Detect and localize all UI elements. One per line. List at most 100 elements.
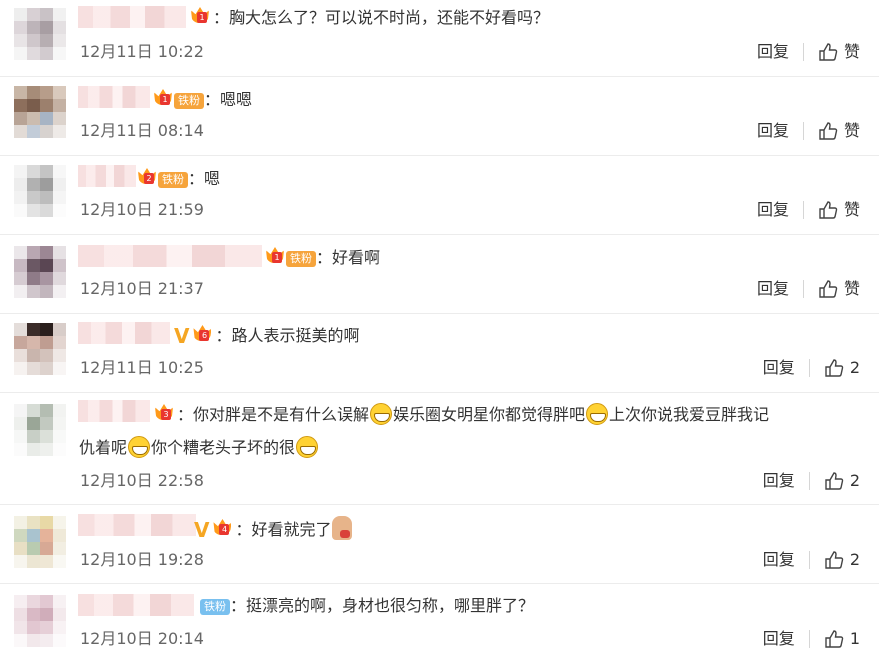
fan-crown-icon: 6 xyxy=(192,324,214,344)
like-button[interactable]: 赞 xyxy=(818,42,860,62)
comment-actions: 回复 1 xyxy=(763,629,860,649)
thumbs-up-icon xyxy=(819,280,838,298)
thumbs-up-icon xyxy=(819,43,838,61)
divider xyxy=(808,472,810,490)
like-count: 2 xyxy=(849,471,860,490)
comment-item: V 4 ：好看就完了 12月10日 19:28 回复 2 xyxy=(0,504,879,584)
fan-badge: 铁粉 xyxy=(286,251,316,267)
grin-emoji-icon xyxy=(586,403,609,425)
comment-time: 12月10日 21:59 xyxy=(80,200,204,219)
reply-button[interactable]: 回复 xyxy=(757,42,789,62)
thumbs-up-icon xyxy=(819,201,838,219)
like-button[interactable]: 赞 xyxy=(818,121,860,141)
comment-text: 铁粉 ：挺漂亮的啊，身材也很匀称，哪里胖了？ xyxy=(194,595,534,617)
divider xyxy=(802,201,804,219)
like-button[interactable]: 2 xyxy=(824,471,860,491)
fan-crown-icon: 1 xyxy=(153,88,175,108)
grin-emoji-icon xyxy=(370,403,393,425)
comment-item: 3 ：你对胖是不是有什么误解 娱乐圈女明星你都觉得胖吧 上次你说我爱豆胖我记 仇着呢你… xyxy=(0,392,879,505)
avatar[interactable] xyxy=(14,86,66,138)
username-blurred[interactable] xyxy=(78,322,170,344)
fan-badge: 铁粉 xyxy=(158,172,188,188)
comment-text: 1 铁粉 ：好看啊 xyxy=(265,246,380,269)
username-blurred[interactable] xyxy=(78,245,262,267)
thumbs-up-icon xyxy=(825,551,844,569)
comment-item: 2 铁粉 ：嗯 12月10日 21:59 回复 赞 xyxy=(0,155,879,235)
like-button[interactable]: 1 xyxy=(824,629,860,649)
like-count: 1 xyxy=(849,629,860,648)
comment-text: V 6 ：路人表示挺美的啊 xyxy=(174,324,360,348)
comment-text: 1 ：胸大怎么了？可以说不时尚，还能不好看吗？ xyxy=(190,6,549,29)
divider xyxy=(808,630,810,648)
grin-emoji-icon xyxy=(296,436,319,458)
username-blurred[interactable] xyxy=(78,594,194,616)
reply-button[interactable]: 回复 xyxy=(757,200,789,220)
reply-button[interactable]: 回复 xyxy=(763,358,795,378)
thumbs-up-icon xyxy=(819,122,838,140)
like-count: 赞 xyxy=(843,42,860,61)
comment-item: 铁粉 ：挺漂亮的啊，身材也很匀称，哪里胖了？ 12月10日 20:14 回复 1 xyxy=(0,583,879,662)
comment-time: 12月10日 22:58 xyxy=(80,471,204,490)
comment-text: 3 ：你对胖是不是有什么误解 娱乐圈女明星你都觉得胖吧 上次你说我爱豆胖我记 xyxy=(154,403,769,426)
comment-actions: 回复 2 xyxy=(763,358,860,378)
grin-emoji-icon xyxy=(128,436,151,458)
sticker-emoji-icon xyxy=(331,516,352,540)
comment-time: 12月11日 08:14 xyxy=(80,121,204,140)
reply-button[interactable]: 回复 xyxy=(757,121,789,141)
comment-item: 1 ：胸大怎么了？可以说不时尚，还能不好看吗？ 12月11日 10:22 回复 赞 xyxy=(0,0,879,77)
reply-button[interactable]: 回复 xyxy=(763,550,795,570)
comment-text: V 4 ：好看就完了 xyxy=(190,516,352,541)
comment-time: 12月11日 10:25 xyxy=(80,358,204,377)
comment-time: 12月10日 19:28 xyxy=(80,550,204,569)
avatar[interactable] xyxy=(14,8,66,60)
like-count: 赞 xyxy=(843,279,860,298)
comment-text: 1 铁粉 ：嗯嗯 xyxy=(153,88,252,111)
divider xyxy=(802,280,804,298)
divider xyxy=(808,551,810,569)
comment-actions: 回复 2 xyxy=(763,471,860,491)
like-button[interactable]: 2 xyxy=(824,550,860,570)
thumbs-up-icon xyxy=(825,630,844,648)
thumbs-up-icon xyxy=(825,472,844,490)
like-button[interactable]: 赞 xyxy=(818,279,860,299)
username-blurred[interactable] xyxy=(78,6,186,28)
comment-actions: 回复 赞 xyxy=(757,121,860,141)
avatar[interactable] xyxy=(14,516,66,568)
fan-crown-icon: 4 xyxy=(212,518,234,538)
reply-button[interactable]: 回复 xyxy=(763,629,795,649)
like-count: 赞 xyxy=(843,200,860,219)
username-blurred[interactable] xyxy=(78,86,150,108)
like-button[interactable]: 2 xyxy=(824,358,860,378)
reply-button[interactable]: 回复 xyxy=(757,279,789,299)
fan-crown-icon: 1 xyxy=(265,246,287,266)
fan-crown-icon: 3 xyxy=(154,403,176,423)
like-button[interactable]: 赞 xyxy=(818,200,860,220)
comment-actions: 回复 赞 xyxy=(757,200,860,220)
comment-time: 12月11日 10:22 xyxy=(80,42,204,61)
avatar[interactable] xyxy=(14,323,66,375)
comment-text: 2 铁粉 ：嗯 xyxy=(137,167,220,190)
comment-item: V 6 ：路人表示挺美的啊 12月11日 10:25 回复 2 xyxy=(0,313,879,393)
divider xyxy=(808,359,810,377)
avatar[interactable] xyxy=(14,595,66,647)
verified-v-icon: V xyxy=(194,518,210,542)
verified-v-icon: V xyxy=(174,324,190,348)
like-count: 2 xyxy=(849,550,860,569)
username-blurred[interactable] xyxy=(78,400,150,422)
comment-item: 1 铁粉 ：嗯嗯 12月11日 08:14 回复 赞 xyxy=(0,76,879,156)
divider xyxy=(802,43,804,61)
comment-actions: 回复 赞 xyxy=(757,279,860,299)
fan-crown-icon: 2 xyxy=(137,167,159,187)
like-count: 赞 xyxy=(843,121,860,140)
comment-actions: 回复 2 xyxy=(763,550,860,570)
username-blurred[interactable] xyxy=(78,514,196,536)
fan-badge: 铁粉 xyxy=(174,93,204,109)
avatar[interactable] xyxy=(14,404,66,456)
reply-button[interactable]: 回复 xyxy=(763,471,795,491)
username-blurred[interactable] xyxy=(78,165,136,187)
avatar[interactable] xyxy=(14,165,66,217)
divider xyxy=(802,122,804,140)
avatar[interactable] xyxy=(14,246,66,298)
thumbs-up-icon xyxy=(825,359,844,377)
comment-time: 12月10日 20:14 xyxy=(80,629,204,648)
